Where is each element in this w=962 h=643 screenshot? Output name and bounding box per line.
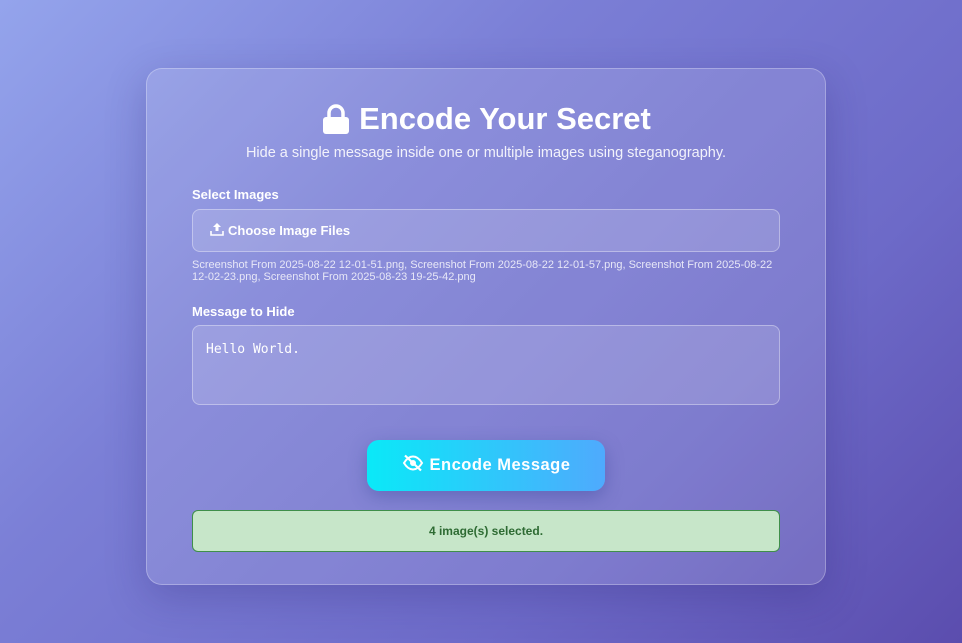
page-title-text: Encode Your Secret — [359, 101, 651, 136]
status-message: 4 image(s) selected. — [192, 510, 780, 552]
selected-files-list: Screenshot From 2025-08-22 12-01-51.png,… — [192, 259, 773, 283]
select-images-label: Select Images — [192, 187, 279, 202]
choose-files-button[interactable]: Choose Image Files — [192, 209, 780, 252]
message-label: Message to Hide — [192, 304, 295, 319]
choose-files-label: Choose Image Files — [228, 223, 351, 238]
encode-message-button[interactable]: Encode Message — [367, 440, 605, 491]
lock-icon — [321, 103, 351, 135]
page-subtitle: Hide a single message inside one or mult… — [245, 145, 727, 161]
encode-card: Encode Your Secret Hide a single message… — [146, 68, 826, 585]
message-textarea[interactable]: Hello World. — [192, 325, 780, 405]
page-title: Encode Your Secret — [147, 101, 825, 137]
eye-slash-icon — [402, 454, 430, 477]
encode-message-label: Encode Message — [429, 456, 571, 474]
upload-icon — [210, 222, 228, 239]
